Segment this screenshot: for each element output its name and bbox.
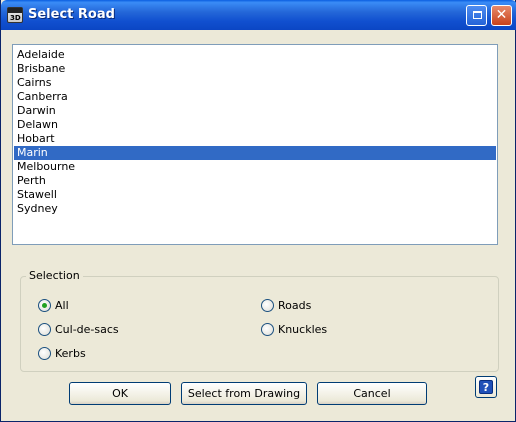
list-item-perth[interactable]: Perth xyxy=(14,174,496,188)
list-item-adelaide[interactable]: Adelaide xyxy=(14,48,496,62)
list-item-stawell[interactable]: Stawell xyxy=(14,188,496,202)
list-item-melbourne[interactable]: Melbourne xyxy=(14,160,496,174)
list-item-sydney[interactable]: Sydney xyxy=(14,202,496,216)
select-from-drawing-button[interactable]: Select from Drawing xyxy=(181,382,307,405)
radio-checked-dot xyxy=(42,302,47,308)
selection-group-label: Selection xyxy=(26,269,83,282)
radio-button-all[interactable] xyxy=(38,298,51,312)
close-icon: ✕ xyxy=(495,7,508,23)
radio-kerbs[interactable]: Kerbs xyxy=(38,345,86,361)
radio-roads[interactable]: Roads xyxy=(261,297,311,313)
list-item-brisbane[interactable]: Brisbane xyxy=(14,62,496,76)
list-item-marin[interactable]: Marin xyxy=(14,146,496,160)
restore-icon xyxy=(473,11,482,19)
list-item-delawn[interactable]: Delawn xyxy=(14,118,496,132)
app-icon-label: 3D xyxy=(10,14,21,22)
radio-button-roads[interactable] xyxy=(261,298,274,312)
radio-roads-label: Roads xyxy=(278,298,312,312)
radio-all-label: All xyxy=(55,298,69,312)
radio-kerbs-label: Kerbs xyxy=(55,346,86,360)
radio-knuckles[interactable]: Knuckles xyxy=(261,321,327,337)
app-icon: 3D xyxy=(7,7,23,23)
radio-cul-de-sacs[interactable]: Cul-de-sacs xyxy=(38,321,119,337)
list-item-cairns[interactable]: Cairns xyxy=(14,76,496,90)
radio-cul-de-sacs-label: Cul-de-sacs xyxy=(55,322,119,336)
cancel-button[interactable]: Cancel xyxy=(317,382,427,405)
window-title: Select Road xyxy=(28,7,115,22)
list-item-canberra[interactable]: Canberra xyxy=(14,90,496,104)
close-button[interactable]: ✕ xyxy=(491,5,512,26)
help-icon: ? xyxy=(479,380,493,394)
title-bar[interactable]: 3D Select Road ✕ xyxy=(1,0,516,30)
ok-button[interactable]: OK xyxy=(69,382,171,405)
list-item-hobart[interactable]: Hobart xyxy=(14,132,496,146)
road-listbox[interactable]: Adelaide Brisbane Cairns Canberra Darwin Dela… xyxy=(12,44,498,245)
radio-button-knuckles[interactable] xyxy=(261,322,274,336)
radio-button-kerbs[interactable] xyxy=(38,346,51,360)
radio-all[interactable]: All xyxy=(38,297,69,313)
radio-knuckles-label: Knuckles xyxy=(278,322,328,336)
radio-button-cul-de-sacs[interactable] xyxy=(38,322,51,336)
help-button[interactable]: ? xyxy=(475,376,497,398)
list-item-darwin[interactable]: Darwin xyxy=(14,104,496,118)
select-road-dialog: 3D Select Road ✕ Adelaide Brisbane Cairns C… xyxy=(0,0,516,422)
restore-button[interactable] xyxy=(466,5,487,26)
